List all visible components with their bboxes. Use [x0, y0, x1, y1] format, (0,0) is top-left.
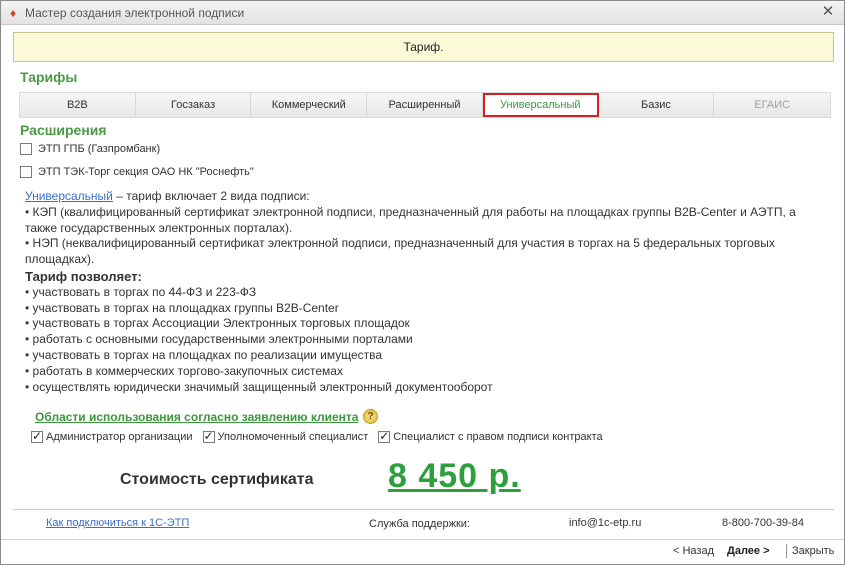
app-icon: ♦ — [9, 6, 17, 20]
cost-value[interactable]: 8 450 р. — [388, 457, 521, 496]
tab-extended[interactable]: Расширенный — [367, 93, 483, 117]
next-button[interactable]: Далее > — [727, 545, 770, 557]
role-admin-label: Администратор организации — [46, 431, 193, 443]
wizard-navigation: < Назад Далее > Закрыть — [1, 539, 844, 563]
help-icon[interactable]: ? — [363, 409, 378, 424]
tab-b2b[interactable]: B2B — [20, 93, 136, 117]
allows-item: • осуществлять юридически значимый защищ… — [25, 379, 493, 394]
tab-universal[interactable]: Универсальный — [482, 93, 599, 117]
checkbox-box[interactable] — [20, 143, 32, 155]
how-to-connect-link[interactable]: Как подключиться к 1С-ЭТП — [46, 517, 189, 529]
nav-divider — [786, 544, 787, 558]
allows-heading: Тариф позволяет: — [25, 268, 142, 284]
role-signer-label: Специалист с правом подписи контракта — [393, 431, 603, 443]
extension-tek-torg-checkbox[interactable]: ЭТП ТЭК-Торг секция ОАО НК "Роснефть" — [20, 166, 254, 178]
tab-goszakaz[interactable]: Госзаказ — [135, 93, 252, 117]
support-email: info@1c-etp.ru — [569, 517, 642, 529]
tariff-description: Универсальный – тариф включает 2 вида по… — [25, 189, 815, 395]
close-icon[interactable]: ✕ — [820, 4, 836, 20]
allows-item: • участвовать в торгах по 44-ФЗ и 223-ФЗ — [25, 284, 257, 299]
allows-item: • участвовать в торгах на площадках по р… — [25, 347, 383, 362]
close-button[interactable]: Закрыть — [792, 545, 834, 557]
checkbox-box[interactable] — [20, 166, 32, 178]
role-authorized-checkbox[interactable]: Уполномоченный специалист — [202, 429, 369, 443]
tab-egais: ЕГАИС — [714, 93, 831, 117]
wizard-window: ♦ Мастер создания электронной подписи ✕ … — [0, 0, 845, 565]
allows-item: • работать с основными государственными … — [25, 332, 413, 347]
description-line-kep: • КЭП (квалифицированный сертификат элек… — [25, 204, 796, 235]
checkbox-box[interactable] — [202, 429, 215, 443]
tariff-tabs: B2B Госзаказ Коммерческий Расширенный Ун… — [19, 92, 831, 118]
roles-list: Администратор организации Уполномоченный… — [31, 429, 613, 443]
footer-divider — [13, 509, 834, 510]
tab-basis[interactable]: Базис — [598, 93, 715, 117]
back-button[interactable]: < Назад — [673, 545, 714, 557]
allows-item: • работать в коммерческих торгово-закупо… — [25, 363, 343, 378]
tab-commercial[interactable]: Коммерческий — [251, 93, 368, 117]
title-bar: ♦ Мастер создания электронной подписи ✕ — [1, 1, 844, 25]
allows-item: • участвовать в торгах на площадках груп… — [25, 300, 339, 315]
extensions-heading: Расширения — [20, 122, 107, 138]
step-banner: Тариф. — [13, 32, 834, 62]
role-admin-checkbox[interactable]: Администратор организации — [31, 429, 193, 443]
allows-item: • участвовать в торгах Ассоциации Электр… — [25, 316, 410, 331]
extension-gpb-label: ЭТП ГПБ (Газпромбанк) — [38, 143, 161, 155]
extension-tek-torg-label: ЭТП ТЭК-Торг секция ОАО НК "Роснефть" — [38, 166, 254, 178]
checkbox-box[interactable] — [31, 429, 43, 443]
window-title: Мастер создания электронной подписи — [25, 6, 245, 20]
role-signer-checkbox[interactable]: Специалист с правом подписи контракта — [378, 429, 603, 443]
role-authorized-label: Уполномоченный специалист — [217, 431, 369, 443]
checkbox-box[interactable] — [378, 429, 391, 443]
cost-label: Стоимость сертификата — [120, 471, 314, 488]
support-phone: 8-800-700-39-84 — [722, 517, 804, 529]
description-intro-text: – тариф включает 2 вида подписи: — [112, 189, 310, 203]
tariffs-heading: Тарифы — [20, 69, 78, 85]
description-intro: Универсальный – тариф включает 2 вида по… — [25, 189, 815, 205]
description-line-nep: • НЭП (неквалифицированный сертификат эл… — [25, 236, 775, 267]
usage-areas-link[interactable]: Области использования согласно заявлению… — [35, 410, 358, 424]
support-label: Служба поддержки: — [369, 518, 470, 530]
tariff-name-link[interactable]: Универсальный — [25, 189, 113, 203]
extension-gpb-checkbox[interactable]: ЭТП ГПБ (Газпромбанк) — [20, 143, 160, 155]
